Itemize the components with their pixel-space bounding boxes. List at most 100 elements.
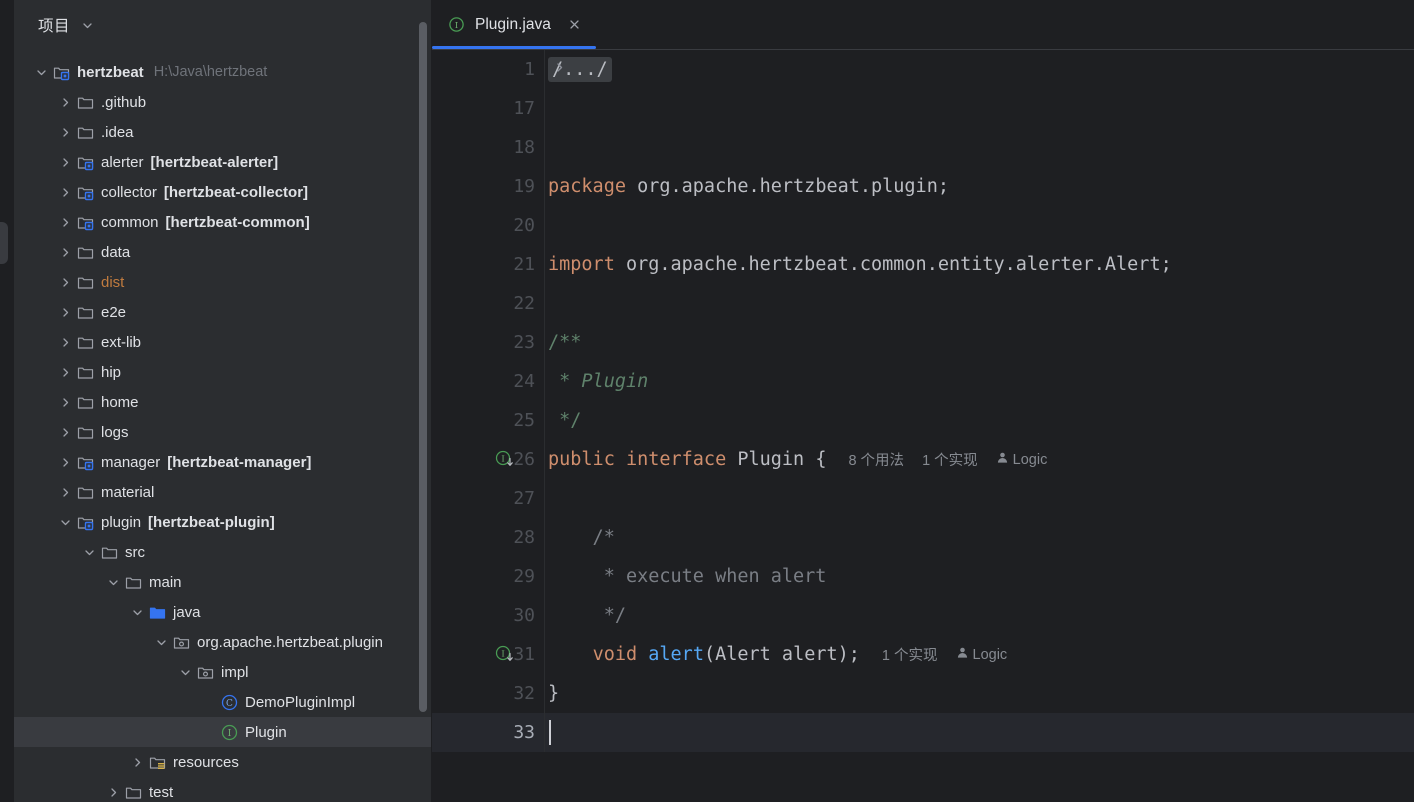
chevron-down-icon[interactable] xyxy=(104,567,122,597)
editor-gutter[interactable]: 20 xyxy=(432,206,544,245)
code-line[interactable]: 20 xyxy=(432,206,1414,245)
code-text[interactable]: package org.apache.hertzbeat.plugin; xyxy=(544,176,949,197)
project-panel-header[interactable]: 项目 xyxy=(14,0,431,50)
chevron-down-icon[interactable] xyxy=(81,19,94,32)
tree-node-resources[interactable]: resources xyxy=(14,747,431,777)
tree-node-impl[interactable]: impl xyxy=(14,657,431,687)
code-line[interactable]: 33 xyxy=(432,713,1414,752)
editor-gutter[interactable]: 19 xyxy=(432,167,544,206)
editor-gutter[interactable]: 1 xyxy=(432,50,544,89)
tree-node-hip[interactable]: hip xyxy=(14,357,431,387)
project-panel-scrollbar[interactable] xyxy=(419,22,427,712)
editor-gutter[interactable]: 33 xyxy=(432,713,544,752)
chevron-right-icon[interactable] xyxy=(56,447,74,477)
chevron-down-icon[interactable] xyxy=(56,507,74,537)
tree-node-e2e[interactable]: e2e xyxy=(14,297,431,327)
tool-window-stripe-button[interactable] xyxy=(0,222,8,264)
close-icon[interactable] xyxy=(568,18,581,31)
tree-node-home[interactable]: home xyxy=(14,387,431,417)
code-line[interactable]: 17 xyxy=(432,89,1414,128)
code-line[interactable]: 1/.../ xyxy=(432,50,1414,89)
project-tree[interactable]: hertzbeatH:\Java\hertzbeat.github.ideaal… xyxy=(14,50,431,802)
chevron-down-icon[interactable] xyxy=(128,597,146,627)
chevron-right-icon[interactable] xyxy=(56,147,74,177)
editor-gutter[interactable]: 18 xyxy=(432,128,544,167)
chevron-down-icon[interactable] xyxy=(176,657,194,687)
tree-node-plugin[interactable]: plugin[hertzbeat-plugin] xyxy=(14,507,431,537)
code-text[interactable]: */ xyxy=(544,410,581,431)
inlay-hint[interactable]: 1 个实现 xyxy=(882,644,938,665)
chevron-right-icon[interactable] xyxy=(56,297,74,327)
editor-tab-plugin-java[interactable]: I Plugin.java xyxy=(432,0,595,50)
chevron-down-icon[interactable] xyxy=(152,627,170,657)
tree-node-java[interactable]: java xyxy=(14,597,431,627)
tree-node-.idea[interactable]: .idea xyxy=(14,117,431,147)
code-text[interactable]: */ xyxy=(544,605,626,626)
tree-node-main[interactable]: main xyxy=(14,567,431,597)
code-line[interactable]: 27 xyxy=(432,479,1414,518)
tree-node-manager[interactable]: manager[hertzbeat-manager] xyxy=(14,447,431,477)
tree-node-hertzbeat[interactable]: hertzbeatH:\Java\hertzbeat xyxy=(14,57,431,87)
chevron-down-icon[interactable] xyxy=(32,57,50,87)
chevron-right-icon[interactable] xyxy=(56,417,74,447)
tree-node-collector[interactable]: collector[hertzbeat-collector] xyxy=(14,177,431,207)
chevron-right-icon[interactable] xyxy=(56,117,74,147)
code-line[interactable]: 22 xyxy=(432,284,1414,323)
code-text[interactable]: * Plugin xyxy=(544,371,648,392)
code-text[interactable]: import org.apache.hertzbeat.common.entit… xyxy=(544,254,1172,275)
chevron-right-icon[interactable] xyxy=(56,177,74,207)
code-text[interactable]: void alert(Alert alert);1 个实现Logic xyxy=(544,644,1007,665)
code-line[interactable]: 25 */ xyxy=(432,401,1414,440)
code-line[interactable]: 30 */ xyxy=(432,596,1414,635)
code-line[interactable]: 24 * Plugin xyxy=(432,362,1414,401)
editor-gutter[interactable]: 30 xyxy=(432,596,544,635)
tree-node-material[interactable]: material xyxy=(14,477,431,507)
fold-expand-icon[interactable] xyxy=(553,61,566,79)
editor-gutter[interactable]: 29 xyxy=(432,557,544,596)
tree-node-src[interactable]: src xyxy=(14,537,431,567)
chevron-right-icon[interactable] xyxy=(56,87,74,117)
chevron-right-icon[interactable] xyxy=(56,327,74,357)
code-editor[interactable]: 1/.../171819package org.apache.hertzbeat… xyxy=(432,50,1414,802)
code-line[interactable]: 26Ipublic interface Plugin {8 个用法1 个实现Lo… xyxy=(432,440,1414,479)
inlay-hint[interactable]: Logic xyxy=(996,451,1048,468)
editor-gutter[interactable]: 28 xyxy=(432,518,544,557)
code-text[interactable]: } xyxy=(544,683,559,704)
editor-gutter[interactable]: 32 xyxy=(432,674,544,713)
chevron-right-icon[interactable] xyxy=(128,747,146,777)
editor-gutter[interactable]: 24 xyxy=(432,362,544,401)
code-line[interactable]: 19package org.apache.hertzbeat.plugin; xyxy=(432,167,1414,206)
inlay-hint[interactable]: 8 个用法 xyxy=(848,449,904,470)
chevron-right-icon[interactable] xyxy=(56,477,74,507)
editor-gutter[interactable]: 22 xyxy=(432,284,544,323)
tree-node-alerter[interactable]: alerter[hertzbeat-alerter] xyxy=(14,147,431,177)
code-line[interactable]: 18 xyxy=(432,128,1414,167)
inlay-hint[interactable]: Logic xyxy=(956,646,1008,663)
editor-gutter[interactable]: 23 xyxy=(432,323,544,362)
editor-gutter[interactable]: 21 xyxy=(432,245,544,284)
chevron-right-icon[interactable] xyxy=(56,237,74,267)
editor-gutter[interactable]: 26I xyxy=(432,440,544,479)
chevron-right-icon[interactable] xyxy=(56,207,74,237)
chevron-right-icon[interactable] xyxy=(104,777,122,802)
tree-node-demopluginimpl[interactable]: CDemoPluginImpl xyxy=(14,687,431,717)
code-line[interactable]: 28 /* xyxy=(432,518,1414,557)
implemented-by-interface-icon[interactable]: I xyxy=(494,644,516,666)
chevron-down-icon[interactable] xyxy=(80,537,98,567)
code-line[interactable]: 29 * execute when alert xyxy=(432,557,1414,596)
code-text[interactable]: /** xyxy=(544,332,581,353)
tree-node-logs[interactable]: logs xyxy=(14,417,431,447)
code-line[interactable]: 32} xyxy=(432,674,1414,713)
tree-node-plugin[interactable]: IPlugin xyxy=(14,717,431,747)
code-text[interactable]: * execute when alert xyxy=(544,566,826,587)
tree-node-ext-lib[interactable]: ext-lib xyxy=(14,327,431,357)
chevron-right-icon[interactable] xyxy=(56,387,74,417)
editor-gutter[interactable]: 27 xyxy=(432,479,544,518)
tree-node-.github[interactable]: .github xyxy=(14,87,431,117)
tree-node-org.apache.hertzbeat.plugin[interactable]: org.apache.hertzbeat.plugin xyxy=(14,627,431,657)
implemented-by-interface-icon[interactable]: I xyxy=(494,449,516,471)
editor-gutter[interactable]: 25 xyxy=(432,401,544,440)
tree-node-common[interactable]: common[hertzbeat-common] xyxy=(14,207,431,237)
inlay-hint[interactable]: 1 个实现 xyxy=(922,449,978,470)
tree-node-test[interactable]: test xyxy=(14,777,431,802)
